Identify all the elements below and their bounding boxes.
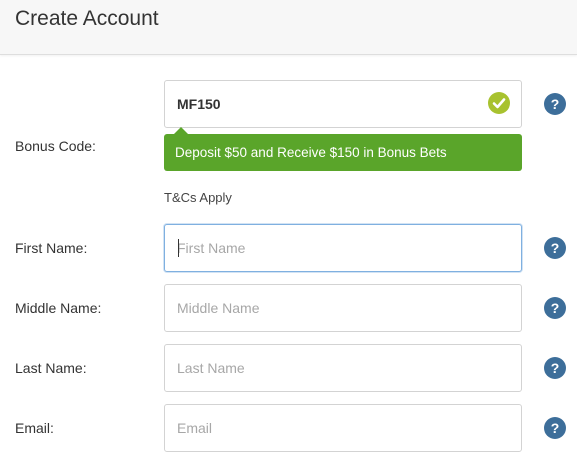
last-name-field[interactable]	[164, 344, 522, 392]
page-header: Create Account	[0, 0, 577, 55]
bonus-code-help-icon[interactable]: ?	[544, 93, 566, 115]
email-input[interactable]	[165, 405, 521, 451]
last-name-label: Last Name:	[15, 360, 87, 376]
middle-name-label: Middle Name:	[15, 300, 102, 316]
first-name-help-icon[interactable]: ?	[544, 237, 566, 259]
first-name-input[interactable]	[165, 225, 521, 271]
bonus-code-tooltip: Deposit $50 and Receive $150 in Bonus Be…	[164, 134, 522, 171]
check-icon	[488, 92, 510, 114]
email-label: Email:	[15, 420, 54, 436]
tooltip-arrow	[174, 127, 188, 134]
email-field[interactable]	[164, 404, 522, 452]
first-name-label: First Name:	[15, 240, 88, 256]
text-caret	[178, 239, 179, 257]
middle-name-help-icon[interactable]: ?	[544, 297, 566, 319]
page-title: Create Account	[15, 7, 159, 30]
terms-link[interactable]: T&Cs Apply	[164, 189, 232, 207]
last-name-input[interactable]	[165, 345, 521, 391]
bonus-code-field[interactable]	[164, 80, 522, 128]
bonus-code-input[interactable]	[165, 81, 521, 127]
middle-name-input[interactable]	[165, 285, 521, 331]
email-help-icon[interactable]: ?	[544, 417, 566, 439]
middle-name-field[interactable]	[164, 284, 522, 332]
first-name-field[interactable]	[164, 224, 522, 272]
last-name-help-icon[interactable]: ?	[544, 357, 566, 379]
bonus-code-label: Bonus Code:	[15, 138, 96, 154]
